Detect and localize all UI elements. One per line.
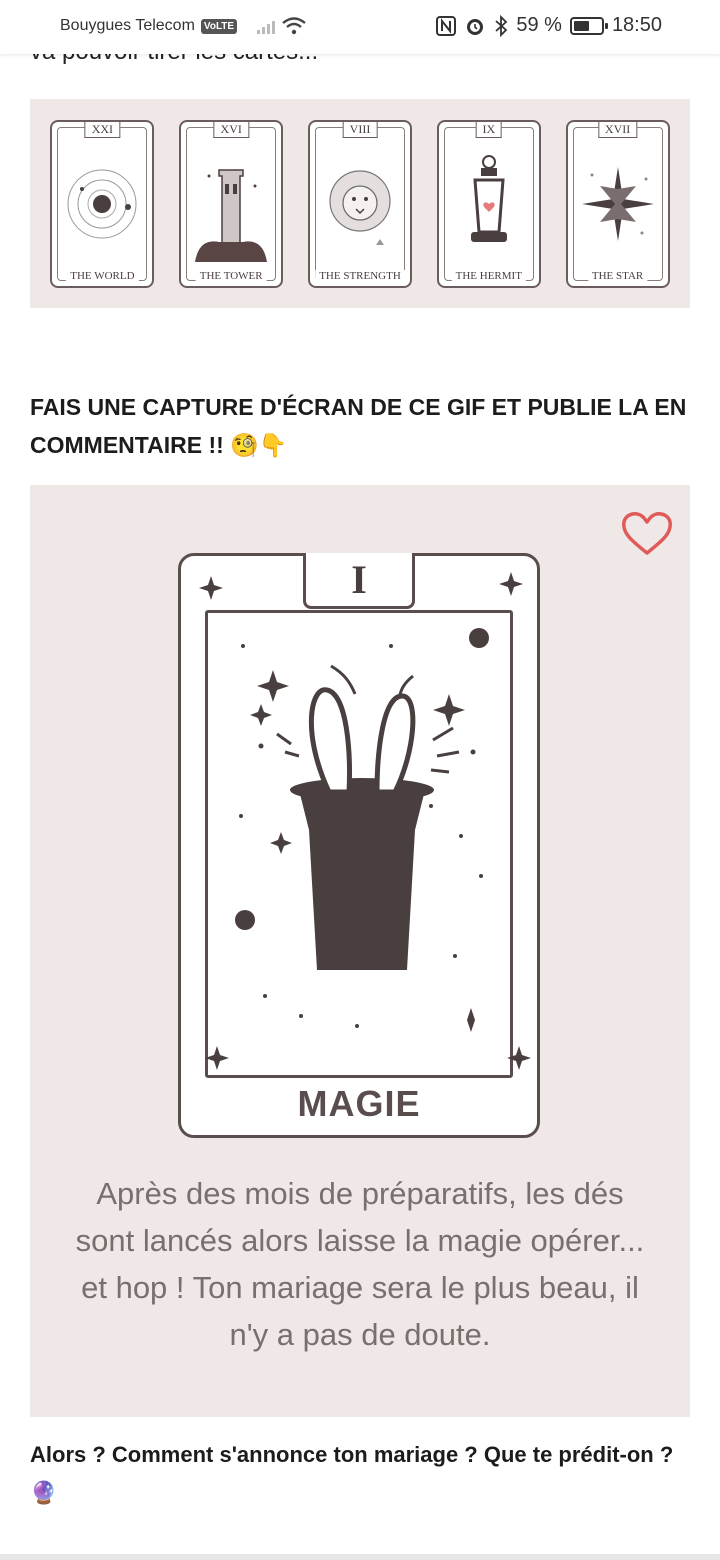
magie-gif[interactable]: I MAGIE Après des mois de préparatifs, l… [30, 485, 690, 1417]
card-name: MAGIE [297, 1083, 421, 1124]
card-name: THE WORLD [66, 269, 139, 282]
world-icon [52, 144, 152, 264]
tarot-card-magie: I MAGIE [178, 553, 540, 1138]
tower-icon [181, 144, 281, 264]
card-name: THE STRENGTH [315, 269, 405, 282]
tarot-card-tower: XVI THE TOWER [179, 119, 284, 288]
status-left: Bouygues Telecom VoLTE [60, 16, 307, 36]
card-numeral: IX [475, 121, 503, 138]
tarot-card-hermit: IX THE HERMIT [436, 119, 541, 288]
heart-icon[interactable] [620, 509, 674, 557]
card-name: THE STAR [587, 269, 648, 282]
card-name: THE HERMIT [451, 269, 526, 282]
alarm-icon [467, 18, 484, 35]
tarot-card-star: XVII THE STAR [565, 119, 670, 288]
status-bar: Bouygues Telecom VoLTE 59 % 18:50 [0, 0, 720, 54]
volte-badge: VoLTE [200, 18, 238, 34]
card-caption: Après des mois de préparatifs, les dés s… [75, 1176, 645, 1352]
star-icon [568, 144, 668, 264]
tarot-cards-image: XXI THE WORLD XVI THE TOWER VIII THE STR… [30, 99, 690, 308]
clock: 18:50 [611, 14, 662, 36]
battery-percent: 59 % [516, 14, 562, 36]
card-numeral: VIII [342, 121, 378, 138]
tarot-card-world: XXI THE WORLD [50, 119, 155, 288]
signal-icon [257, 18, 276, 34]
lantern-icon [439, 144, 539, 264]
article-heading: FAIS UNE CAPTURE D'ÉCRAN DE CE GIF ET PU… [30, 394, 687, 458]
battery-fill [573, 20, 590, 31]
bottom-divider [0, 1554, 720, 1560]
card-numeral: XXI [84, 121, 121, 138]
status-right: 59 % 18:50 [436, 14, 662, 37]
carrier-name: Bouygues Telecom [60, 17, 195, 34]
card-numeral: XVII [597, 121, 638, 138]
lion-icon [310, 144, 410, 264]
bluetooth-icon [495, 14, 508, 37]
battery-icon [569, 16, 608, 35]
tarot-card-strength: VIII THE STRENGTH [307, 119, 412, 288]
card-numeral: XVI [213, 121, 249, 138]
article-question: Alors ? Comment s'annonce ton mariage ? … [30, 1442, 674, 1505]
card-name: THE TOWER [195, 269, 267, 282]
nfc-icon [436, 15, 457, 36]
magic-hat-illustration [199, 572, 531, 1070]
wifi-icon [282, 17, 306, 35]
